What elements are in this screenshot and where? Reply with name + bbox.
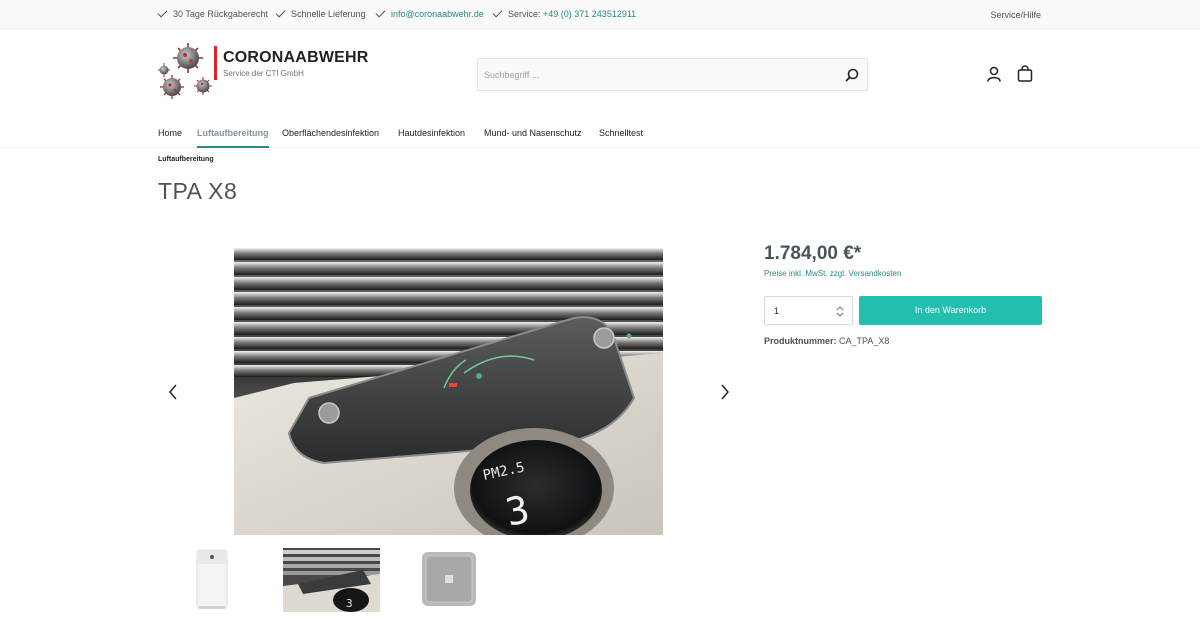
email-link[interactable]: info@coronaabwehr.de — [391, 9, 484, 19]
search-icon[interactable] — [843, 66, 861, 84]
product-number-value: CA_TPA_X8 — [839, 336, 890, 346]
main-navigation: Home Luftaufbereitung Oberflächendesinfe… — [0, 120, 1200, 148]
nav-item-hautdesinfektion[interactable]: Hautdesinfektion — [398, 128, 465, 138]
nav-item-luftaufbereitung[interactable]: Luftaufbereitung — [197, 128, 269, 138]
brand-name[interactable]: CORONAABWEHR — [223, 49, 369, 67]
usp-phone[interactable]: Service: +49 (0) 371 243512911 — [492, 7, 636, 19]
usp-email[interactable]: info@coronaabwehr.de — [375, 7, 484, 19]
product-title: TPA X8 — [158, 178, 238, 204]
search-input[interactable] — [484, 67, 824, 83]
nav-item-oberflaechendesinfektion[interactable]: Oberflächendesinfektion — [282, 128, 379, 138]
usp-returns: 30 Tage Rückgaberecht — [157, 7, 268, 19]
tax-shipping-note[interactable]: Preise inkl. MwSt. zzgl. Versandkosten — [764, 269, 901, 278]
breadcrumb[interactable]: Luftaufbereitung — [158, 156, 214, 163]
checkmark-icon — [492, 7, 503, 18]
nav-item-home[interactable]: Home — [158, 128, 182, 138]
thumbnail-display-value: 3 — [346, 597, 353, 610]
quantity-select[interactable]: 1 — [764, 296, 853, 325]
checkmark-icon — [275, 7, 286, 18]
nav-item-mund-nasenschutz[interactable]: Mund- und Nasenschutz — [484, 128, 582, 138]
thumbnail-3[interactable] — [400, 548, 497, 612]
chevron-right-icon[interactable] — [716, 382, 732, 402]
product-number: Produktnummer: CA_TPA_X8 — [764, 336, 889, 346]
user-icon[interactable] — [985, 65, 1003, 83]
brand-subtitle: Service der CTI GmbH — [223, 69, 304, 78]
service-help-menu[interactable]: Service/Hilfe — [990, 10, 1041, 20]
usp-delivery: Schnelle Lieferung — [275, 7, 366, 19]
thumbnail-2-active[interactable]: 3 — [283, 548, 380, 612]
virus-logo-icon[interactable] — [158, 39, 218, 103]
checkmark-icon — [375, 7, 386, 18]
nav-item-schnelltest[interactable]: Schnelltest — [599, 128, 643, 138]
product-main-image[interactable]: PM2.5 3 — [234, 248, 663, 535]
checkmark-icon — [157, 7, 168, 18]
product-number-label: Produktnummer: — [764, 336, 837, 346]
top-bar: 30 Tage Rückgaberecht Schnelle Lieferung… — [0, 0, 1200, 29]
phone-link[interactable]: +49 (0) 371 243512911 — [543, 9, 636, 19]
logo-divider — [214, 46, 217, 80]
search-bar — [477, 58, 868, 91]
chevron-left-icon[interactable] — [166, 382, 182, 402]
product-price: 1.784,00 €* — [764, 243, 862, 264]
nav-active-indicator — [197, 146, 269, 148]
shopping-bag-icon[interactable] — [1016, 65, 1034, 83]
add-to-cart-button[interactable]: In den Warenkorb — [859, 296, 1042, 325]
quantity-value: 1 — [774, 306, 780, 316]
thumbnail-1[interactable] — [186, 548, 283, 612]
chevron-up-down-icon — [836, 305, 844, 318]
